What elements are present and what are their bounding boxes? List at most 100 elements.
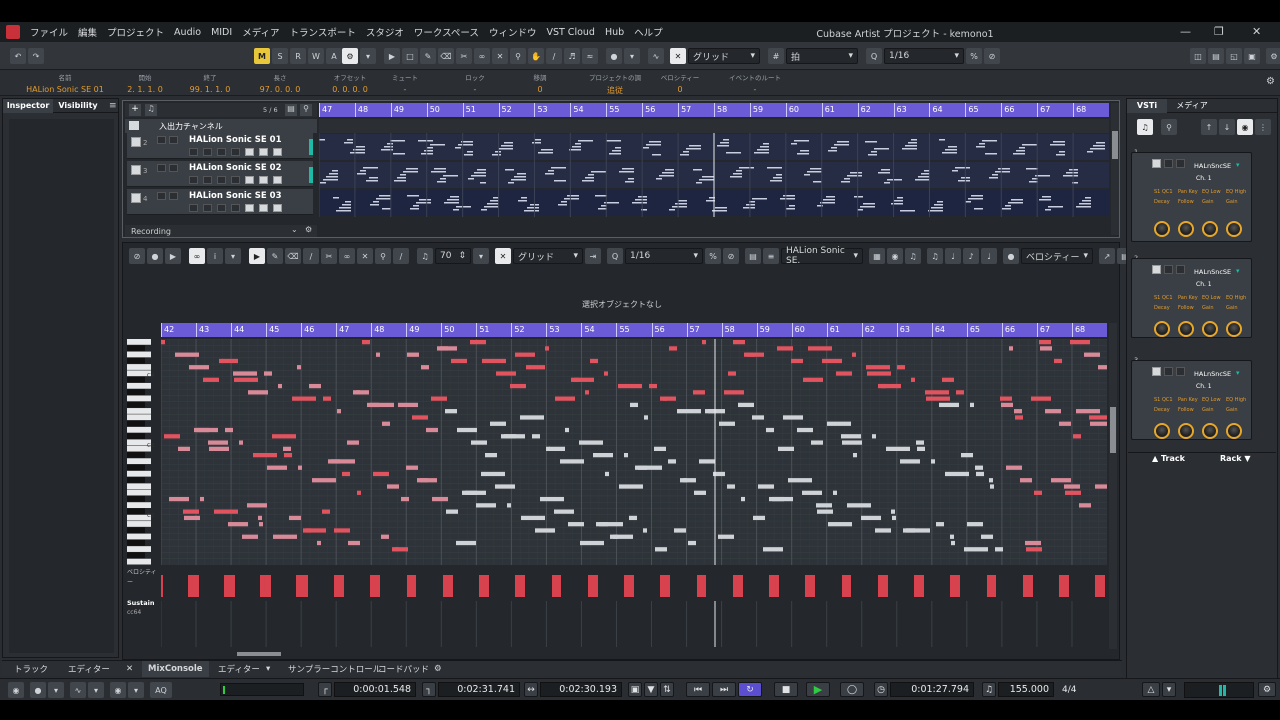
transport-settings-gear-icon[interactable]: ⚙ (1258, 682, 1276, 697)
midi-note[interactable] (872, 434, 876, 439)
mute-button[interactable] (157, 136, 166, 144)
snap-mode-icon[interactable]: ● (606, 48, 622, 64)
piano-white-key[interactable] (127, 470, 151, 477)
channel-settings-button[interactable] (259, 204, 268, 212)
solo-button[interactable] (169, 164, 178, 172)
velocity-bar[interactable] (448, 575, 450, 597)
velocity-bar[interactable] (878, 575, 880, 597)
midi-note[interactable] (353, 390, 369, 395)
chevron-down-icon[interactable]: ▾ (1236, 161, 1240, 169)
mute-button[interactable] (157, 192, 166, 200)
midi-note[interactable] (284, 453, 292, 458)
midi-note[interactable] (392, 547, 408, 552)
midi-note[interactable] (654, 446, 666, 451)
folder-track[interactable]: 入出力チャンネル (125, 119, 317, 133)
tool-warp-icon[interactable]: ≈ (582, 48, 598, 64)
velocity-bar[interactable] (484, 575, 486, 597)
ed-quantize-apply-icon[interactable]: % (705, 248, 721, 264)
piano-white-key[interactable] (127, 489, 151, 496)
layout-left-icon[interactable]: ◫ (1190, 48, 1206, 64)
velocity-bar[interactable] (588, 575, 590, 597)
editor-horizontal-scrollbar[interactable] (127, 649, 1117, 659)
midi-note[interactable] (309, 383, 321, 389)
midi-note[interactable] (911, 377, 915, 382)
tool-glue-icon[interactable]: ∞ (474, 48, 490, 64)
vsti-instrument[interactable]: HALnSncSE Ch. 1 S1 QC1 Pan Key EQ Low EQ High… (1131, 360, 1252, 440)
midi-note[interactable] (1045, 409, 1061, 414)
piano-white-key[interactable] (127, 426, 151, 433)
menu-item[interactable]: 編集 (78, 25, 97, 39)
velocity-bar[interactable] (1061, 575, 1063, 597)
midi-note[interactable] (950, 534, 954, 539)
quick-control-knob[interactable] (1154, 321, 1170, 337)
sustain-lane-header[interactable]: Sustain cc64 (127, 599, 161, 649)
velocity-bar[interactable] (262, 575, 264, 597)
note-length-icon[interactable]: ▤ (745, 248, 761, 264)
velocity-bar[interactable] (224, 575, 226, 597)
redo-icon[interactable]: ↷ (28, 48, 44, 64)
velocity-lane[interactable] (161, 569, 1107, 599)
midi-note[interactable] (476, 503, 496, 508)
midi-note[interactable] (253, 453, 277, 458)
midi-note[interactable] (306, 528, 326, 533)
midi-note[interactable] (496, 371, 516, 376)
layout-right-icon[interactable]: ◱ (1226, 48, 1242, 64)
midi-note[interactable] (398, 402, 418, 408)
midi-note[interactable] (348, 540, 360, 546)
dropdown-icon[interactable]: ▾ (128, 682, 144, 698)
grid-type-select[interactable]: 拍 ▾ (786, 48, 858, 64)
bypass-icon[interactable] (1164, 159, 1173, 168)
midi-note[interactable] (702, 340, 706, 345)
read-automation-button[interactable] (217, 176, 226, 184)
midi-note[interactable] (178, 446, 190, 451)
ed-quantize-icon[interactable]: Q (607, 248, 623, 264)
tab-inspector[interactable]: Inspector (3, 98, 53, 113)
menu-item[interactable]: スタジオ (366, 25, 404, 39)
velocity-bar[interactable] (479, 575, 481, 597)
midi-note[interactable] (485, 453, 497, 458)
velocity-bar[interactable] (954, 575, 956, 597)
midi-note[interactable] (683, 478, 687, 483)
piano-black-key[interactable] (127, 389, 145, 395)
close-icon[interactable]: ✕ (1252, 25, 1261, 38)
snap-type-select[interactable]: グリッド ▾ (688, 48, 760, 64)
midi-note[interactable] (741, 496, 745, 502)
midi-note[interactable] (1079, 503, 1091, 508)
midi-note[interactable] (565, 427, 569, 433)
velocity-bar[interactable] (445, 575, 447, 597)
lower-zone-settings-icon[interactable]: ⚙ (428, 661, 448, 677)
velocity-bar[interactable] (957, 575, 959, 597)
tool-eraser-icon[interactable]: ⌫ (438, 48, 454, 64)
midi-note[interactable] (407, 352, 419, 357)
dropdown-icon[interactable]: ▾ (225, 248, 241, 264)
add-track-icon[interactable]: + (129, 104, 141, 116)
midi-note[interactable] (630, 402, 638, 408)
midi-note[interactable] (1009, 346, 1013, 351)
tool-line-icon[interactable]: ∕ (546, 48, 562, 64)
edit-button[interactable] (273, 176, 282, 184)
piano-white-key[interactable] (127, 458, 151, 465)
read-automation-button[interactable] (217, 204, 226, 212)
velocity-bar[interactable] (1096, 575, 1098, 597)
midi-note[interactable] (440, 346, 448, 351)
midi-note[interactable] (842, 440, 862, 445)
settings-icon[interactable]: ⚙ (305, 225, 312, 234)
velocity-bar[interactable] (661, 575, 663, 597)
velocity-bar[interactable] (951, 575, 953, 597)
piano-white-key[interactable] (127, 533, 151, 540)
midi-note[interactable] (752, 415, 764, 420)
midi-note[interactable] (406, 465, 418, 470)
midi-note[interactable] (258, 515, 262, 521)
midi-note[interactable] (970, 402, 974, 408)
menu-item[interactable]: ファイル (30, 25, 68, 39)
tool-zoom-icon[interactable]: ⚲ (510, 48, 526, 64)
velocity-bar[interactable] (229, 575, 231, 597)
midi-note[interactable] (579, 440, 603, 445)
quick-control-knob[interactable] (1154, 423, 1170, 439)
note-icon-c[interactable]: ♩ (981, 248, 997, 264)
channel-settings-button[interactable] (259, 176, 268, 184)
midi-note[interactable] (897, 365, 905, 370)
snap-to-zero-icon[interactable]: ⇥ (585, 248, 601, 264)
tab-media[interactable]: メディア (1167, 99, 1217, 113)
midi-note[interactable] (370, 402, 394, 408)
